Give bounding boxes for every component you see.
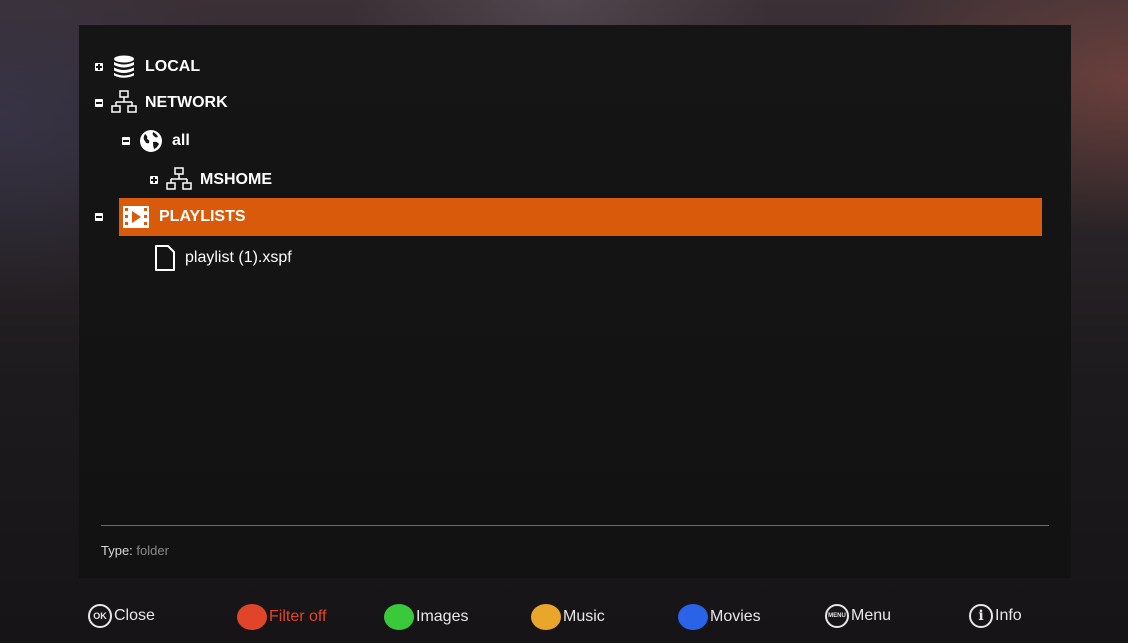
tree-item-label: LOCAL bbox=[145, 58, 201, 75]
info-label: Info bbox=[995, 607, 1022, 624]
images-button[interactable]: Images bbox=[384, 604, 468, 630]
collapse-icon[interactable] bbox=[95, 99, 103, 107]
footer-button-bar: OK Close Filter off Images Music Movies … bbox=[0, 592, 1128, 643]
tree-item-playlists[interactable]: PLAYLISTS bbox=[119, 198, 1042, 236]
collapse-icon[interactable] bbox=[95, 213, 103, 221]
menu-label: Menu bbox=[851, 607, 892, 624]
divider bbox=[101, 525, 1049, 526]
tree-item-local[interactable]: LOCAL bbox=[95, 53, 200, 81]
filter-button[interactable]: Filter off bbox=[237, 604, 327, 630]
file-icon bbox=[153, 244, 177, 272]
movies-label: Movies bbox=[710, 608, 761, 625]
ok-button-icon: OK bbox=[88, 604, 112, 628]
network-icon bbox=[166, 167, 192, 193]
file-browser-panel: LOCAL NETWORK all MSHOME PLAYLISTS playl… bbox=[79, 25, 1071, 578]
type-key: Type: bbox=[101, 543, 133, 558]
database-icon bbox=[111, 54, 137, 80]
type-info: Type: folder bbox=[101, 543, 169, 558]
menu-button[interactable]: MENU Menu bbox=[825, 604, 891, 628]
close-label: Close bbox=[114, 607, 155, 624]
info-icon: i bbox=[969, 604, 993, 628]
tree-item-label: MSHOME bbox=[200, 171, 272, 188]
info-button[interactable]: i Info bbox=[969, 604, 1022, 628]
network-icon bbox=[111, 90, 137, 116]
tree-item-playlist-file[interactable]: playlist (1).xspf bbox=[153, 244, 292, 272]
tree-item-label: PLAYLISTS bbox=[159, 208, 246, 225]
tree-item-network[interactable]: NETWORK bbox=[95, 89, 228, 117]
music-label: Music bbox=[563, 608, 605, 625]
expand-icon[interactable] bbox=[95, 63, 103, 71]
close-button[interactable]: OK Close bbox=[88, 604, 155, 628]
tree-item-mshome[interactable]: MSHOME bbox=[150, 166, 272, 194]
music-button[interactable]: Music bbox=[531, 604, 605, 630]
green-button-icon bbox=[384, 604, 414, 630]
menu-button-icon: MENU bbox=[825, 604, 849, 628]
tree-item-label: NETWORK bbox=[145, 94, 228, 111]
red-button-icon bbox=[237, 604, 267, 630]
globe-icon bbox=[138, 128, 164, 154]
tree-item-label: playlist (1).xspf bbox=[185, 249, 292, 266]
expand-icon[interactable] bbox=[150, 176, 158, 184]
blue-button-icon bbox=[678, 604, 708, 630]
tree-item-label: all bbox=[172, 132, 190, 149]
movies-button[interactable]: Movies bbox=[678, 604, 761, 630]
filter-label: Filter off bbox=[269, 608, 327, 625]
collapse-icon[interactable] bbox=[122, 137, 130, 145]
images-label: Images bbox=[416, 608, 469, 625]
tree-item-playlists-toggle-area[interactable] bbox=[95, 198, 121, 236]
type-value: folder bbox=[136, 543, 169, 558]
film-icon bbox=[121, 202, 151, 232]
yellow-button-icon bbox=[531, 604, 561, 630]
tree-item-all[interactable]: all bbox=[122, 127, 190, 155]
